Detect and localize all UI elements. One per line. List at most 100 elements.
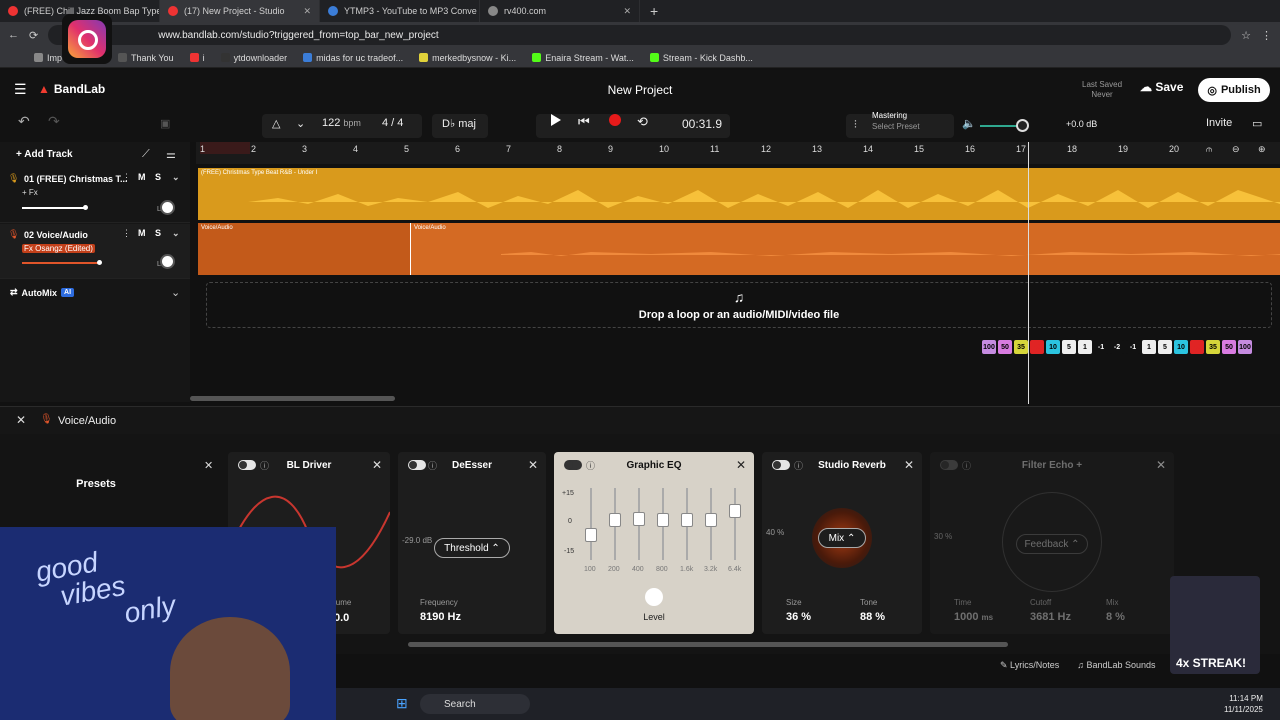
track-row-selected[interactable]: 🎙 02 Voice/Audio ⋮ M S ⌄ Fx Osangz (Edit…	[0, 224, 190, 279]
track-volume-slider[interactable]	[22, 262, 100, 264]
zoom-in-icon[interactable]: ⊕	[1258, 144, 1266, 155]
menu-icon[interactable]: ⋮	[1261, 29, 1272, 42]
bookmark[interactable]: merkedbysnow - Ki...	[419, 53, 516, 63]
close-icon[interactable]: ✕	[372, 458, 382, 472]
automix-row[interactable]: ⇄ AutoMix AI	[10, 287, 75, 298]
snap-icon[interactable]: ▣	[160, 117, 170, 130]
threshold-select[interactable]: Threshold ⌃	[434, 538, 510, 558]
chevron-down-icon[interactable]: ⌄	[172, 172, 180, 183]
taskbar-search[interactable]: Search	[420, 694, 530, 714]
close-icon[interactable]: ✕	[204, 459, 213, 472]
eq-fader-handle[interactable]	[585, 527, 597, 542]
level-knob[interactable]	[645, 588, 663, 606]
close-icon[interactable]: ✕	[904, 458, 914, 472]
horizontal-scrollbar[interactable]	[190, 396, 395, 401]
mute-button[interactable]: M	[138, 228, 146, 238]
close-icon[interactable]: ✕	[16, 413, 26, 427]
track-fx-label[interactable]: + Fx	[22, 188, 38, 197]
bandlab-logo[interactable]: ▲ BandLab	[38, 82, 105, 96]
track-name[interactable]: 01 (FREE) Christmas T...	[24, 174, 128, 184]
bookmark[interactable]: Imp	[34, 53, 62, 63]
bookmark[interactable]: midas for uc tradeof...	[303, 53, 403, 63]
back-icon[interactable]: ←	[8, 29, 19, 41]
volume-icon[interactable]: 🔈	[962, 117, 976, 130]
fx-card-deesser[interactable]: ⓘ DeEsser ✕ -29.0 dB Threshold ⌃ Frequen…	[398, 452, 546, 634]
key-value[interactable]: D♭ maj	[442, 117, 476, 130]
track-lane-1-clip[interactable]: (FREE) Christmas Type Beat R&B - Under I	[198, 168, 1280, 220]
zoom-out-icon[interactable]: ⊖	[1232, 144, 1240, 155]
feedback-select[interactable]: Feedback ⌃	[1016, 534, 1088, 554]
reload-icon[interactable]: ⟳	[29, 29, 38, 42]
browser-tab[interactable]: rv400.com ✕	[480, 0, 640, 22]
record-button[interactable]	[609, 114, 621, 126]
fx-card-studio-reverb[interactable]: ⓘ Studio Reverb ✕ 40 % Mix ⌃ Size 36 % T…	[762, 452, 922, 634]
bandlab-sounds-button[interactable]: ♫ BandLab Sounds	[1077, 660, 1155, 671]
playhead[interactable]	[1028, 142, 1029, 404]
eq-fader-handle[interactable]	[681, 513, 693, 528]
master-volume-knob[interactable]	[1016, 119, 1029, 132]
eq-fader-track[interactable]	[590, 488, 592, 560]
play-icon[interactable]	[551, 114, 561, 126]
track-row[interactable]: 🎙 01 (FREE) Christmas T... ⋮ M S ⌄ + Fx …	[0, 168, 190, 223]
new-tab-icon[interactable]: +	[650, 3, 658, 19]
publish-button[interactable]: ◎ Publish	[1198, 78, 1270, 102]
track-volume-handle[interactable]	[83, 205, 88, 210]
loop-region[interactable]	[200, 142, 250, 154]
taskbar-clock[interactable]: 11:14 PM 11/11/2025	[1224, 693, 1263, 715]
browser-tab-active[interactable]: (17) New Project - Studio ✕	[160, 0, 320, 22]
eq-fader-handle[interactable]	[633, 511, 645, 526]
close-icon[interactable]: ✕	[736, 458, 746, 472]
track-fx-label[interactable]: Fx Osangz (Edited)	[22, 244, 95, 253]
track-volume-handle[interactable]	[97, 260, 102, 265]
star-icon[interactable]: ☆	[1241, 29, 1251, 42]
windows-start-icon[interactable]: ⊞	[396, 695, 408, 712]
mastering-button[interactable]: Mastering Select Preset	[872, 110, 920, 132]
zoom-fit-icon[interactable]: ⫙	[1206, 144, 1212, 155]
track-volume-slider[interactable]	[22, 207, 86, 209]
eq-fader-handle[interactable]	[657, 513, 669, 528]
bpm-value[interactable]: 122 bpm	[322, 117, 361, 129]
eq-fader-track[interactable]	[734, 488, 736, 560]
save-button[interactable]: ☁ Save	[1140, 80, 1183, 94]
solo-button[interactable]: S	[155, 172, 161, 182]
chevron-down-icon[interactable]: ⌄	[171, 286, 180, 299]
track-menu-icon[interactable]: ⋮	[122, 172, 131, 183]
fx-card-filter-echo[interactable]: ⓘ Filter Echo + ✕ 30 % Feedback ⌃ Time 1…	[930, 452, 1174, 634]
add-track-button[interactable]: + Add Track	[16, 149, 73, 160]
lyrics-notes-button[interactable]: ✎ Lyrics/Notes	[1000, 660, 1059, 671]
time-signature[interactable]: 4 / 4	[382, 117, 403, 129]
mixer-icon[interactable]: ⚌	[166, 148, 176, 161]
eq-fader-handle[interactable]	[705, 513, 717, 528]
mute-button[interactable]: M	[138, 172, 146, 182]
bookmark[interactable]: ytdownloader	[220, 53, 287, 63]
url-input[interactable]: www.bandlab.com/studio?triggered_from=to…	[48, 25, 1232, 45]
browser-tab[interactable]: YTMP3 - YouTube to MP3 Conve✕	[320, 0, 480, 22]
metronome-icon[interactable]: △	[272, 117, 280, 130]
eq-fader-handle[interactable]	[609, 513, 621, 528]
comments-icon[interactable]: ▭	[1252, 117, 1262, 130]
bookmark[interactable]: Enaira Stream - Wat...	[532, 53, 634, 63]
eq-fader-handle[interactable]	[729, 504, 741, 519]
effects-scrollbar[interactable]	[408, 642, 1008, 647]
chevron-down-icon[interactable]: ⌄	[172, 228, 180, 239]
track-pan-knob[interactable]	[160, 254, 175, 269]
undo-icon[interactable]: ↶	[18, 113, 30, 130]
fx-card-graphic-eq[interactable]: ⓘ Graphic EQ ✕ +15 0 -15 100 200 400 800 1.6…	[554, 452, 754, 634]
bookmark[interactable]: Thank You	[118, 53, 174, 63]
loop-icon[interactable]: ⟲	[637, 114, 648, 130]
close-icon[interactable]: ✕	[1156, 458, 1166, 472]
bookmark[interactable]: i	[189, 53, 205, 63]
hamburger-menu-icon[interactable]: ☰	[14, 81, 27, 98]
track-menu-icon[interactable]: ⋮	[122, 228, 131, 239]
drop-zone[interactable]: ♫ Drop a loop or an audio/MIDI/video fil…	[206, 282, 1272, 328]
solo-button[interactable]: S	[155, 228, 161, 238]
close-tab-icon[interactable]: ✕	[623, 6, 631, 17]
tools-icon[interactable]: ⟋	[142, 148, 150, 161]
track-pan-knob[interactable]	[160, 200, 175, 215]
close-tab-icon[interactable]: ✕	[303, 6, 311, 17]
invite-button[interactable]: Invite	[1206, 117, 1232, 129]
voice-audio-clip[interactable]: Voice/Audio	[410, 223, 1280, 275]
timeline-ruler[interactable]: 1 2 3 4 5 6 7 8 9 10 11 12 13 14 15 16 1…	[196, 142, 1280, 164]
skip-back-icon[interactable]: ⏮	[578, 114, 590, 130]
redo-icon[interactable]: ↷	[48, 113, 60, 130]
